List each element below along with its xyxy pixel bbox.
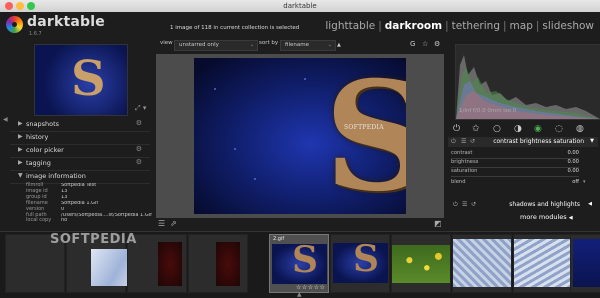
module-power-icon[interactable]: ⏻ [451,138,456,146]
chevron-down-icon: ⌄ [249,42,254,48]
navigation-preview[interactable]: S [34,44,128,116]
collection-status: 1 image of 118 in current collection is … [170,25,300,31]
module-header-shadows-highlights[interactable]: ⏻ ☰ ↺ shadows and highlights ◀ [448,199,598,210]
collapse-arrow-icon: ▼ [18,172,23,179]
grouping-icon[interactable]: G [410,40,415,48]
section-color-picker[interactable]: ▶ color picker ⚙ [10,144,150,158]
star-overlay-icon[interactable]: ☆ [422,40,428,48]
section-history[interactable]: ▶ history [10,131,150,145]
slider-saturation[interactable]: saturation 0.00 [451,168,579,177]
exif-readout: 1/inf f/0.0 0mm iso 0 [459,108,517,114]
view-filter-dropdown[interactable]: unstarred only ⌄ [174,40,258,51]
expand-arrow-icon: ▶ [18,146,23,153]
chevron-down-icon: ⌄ [327,42,332,48]
image-brand-text: SOFTPEDIA [344,124,384,131]
basic-group-icon[interactable]: ○ [493,124,501,134]
window-title: darktable [283,2,317,10]
expand-arrow-icon: ▶ [18,133,23,140]
filmstrip-cell[interactable] [570,234,600,293]
filmstrip-cell[interactable]: S [330,234,390,293]
main-image[interactable]: S SOFTPEDIA [194,58,406,214]
view-switcher: lighttable | darkroom | tethering | map | slides… [325,20,594,32]
expand-arrow-icon: ▶ [18,159,23,166]
color-group-icon[interactable]: ◉ [534,124,542,134]
section-snapshots[interactable]: ▶ snapshots ⚙ [10,118,150,132]
sort-by-label: sort by [259,40,279,46]
image-letter-s: S [324,58,406,214]
blend-dropdown-icon[interactable]: ▾ [583,179,586,185]
gear-icon[interactable]: ⚙ [434,40,440,48]
zoom-fit-icon[interactable]: ⤢ ▾ [135,104,146,113]
more-modules-toggle[interactable]: more modules ◀ [520,213,573,221]
styles-icon[interactable]: ⇗ [170,219,177,228]
collapse-left-panel-icon[interactable]: ◀ [3,116,8,123]
correct-group-icon[interactable]: ◌ [555,124,563,134]
sort-by-dropdown[interactable]: filename ⌄ [280,40,336,51]
filmstrip-cell[interactable] [452,234,512,293]
app-name: darktable [27,14,105,30]
collapse-triangle-icon[interactable]: ▼ [590,138,594,144]
history-stack-icon[interactable]: ☰ [158,219,165,228]
view-filter-label: view [160,40,173,46]
section-tagging[interactable]: ▶ tagging ⚙ [10,157,150,171]
module-reset-icon[interactable]: ↺ [470,138,475,145]
filmstrip-cell-selected[interactable]: 2.gif S ☆☆☆☆☆ [269,234,329,293]
app-version: 1.6.7 [29,31,42,37]
image-information-table: filmroll Softpedia Test image id 13 group … [10,182,152,224]
selected-thumb-label: 2.gif [273,236,285,242]
view-lighttable[interactable]: lighttable [325,20,375,32]
reset-icon[interactable]: ⚙ [136,158,142,166]
overexposed-toggle-icon[interactable]: ◩ [434,219,442,228]
module-power-icon[interactable]: ⏻ [453,201,458,209]
effect-group-icon[interactable]: ◍ [576,124,584,134]
favorites-star-icon[interactable]: ✩ [472,124,480,134]
power-icon[interactable]: ⏻ [453,124,460,134]
view-map[interactable]: map [510,20,533,32]
reset-icon[interactable]: ⚙ [136,119,142,127]
star-rating[interactable]: ☆☆☆☆☆ [296,284,325,291]
filmstrip-cell[interactable] [188,234,248,293]
tone-group-icon[interactable]: ◑ [514,124,522,134]
watermark-text: SOFTPEDIA [50,232,137,247]
filmstrip-cell[interactable] [513,234,573,293]
view-slideshow[interactable]: slideshow [542,20,594,32]
expand-triangle-icon[interactable]: ◀ [588,201,592,207]
reset-icon[interactable]: ⚙ [136,145,142,153]
view-tethering[interactable]: tethering [452,20,500,32]
blend-mode-selector[interactable]: blend off [451,179,579,187]
logo-icon [6,16,23,33]
slider-contrast[interactable]: contrast 0.00 [451,150,579,159]
sort-direction-icon[interactable]: ▲ [337,42,341,48]
expand-arrow-icon: ▶ [18,120,23,127]
module-header[interactable]: ⏻ ☰ ↺ contrast brightness saturation ▼ [448,137,598,147]
view-darkroom[interactable]: darkroom [385,20,442,32]
info-row: local copy no [26,217,68,224]
module-presets-icon[interactable]: ☰ [461,138,466,145]
module-title: contrast brightness saturation [493,138,584,145]
expand-triangle-icon: ◀ [568,215,573,221]
module-presets-icon[interactable]: ☰ [462,201,467,208]
module-reset-icon[interactable]: ↺ [471,201,476,208]
slider-brightness[interactable]: brightness 0.00 [451,159,579,168]
filmstrip-cell[interactable] [391,234,451,293]
